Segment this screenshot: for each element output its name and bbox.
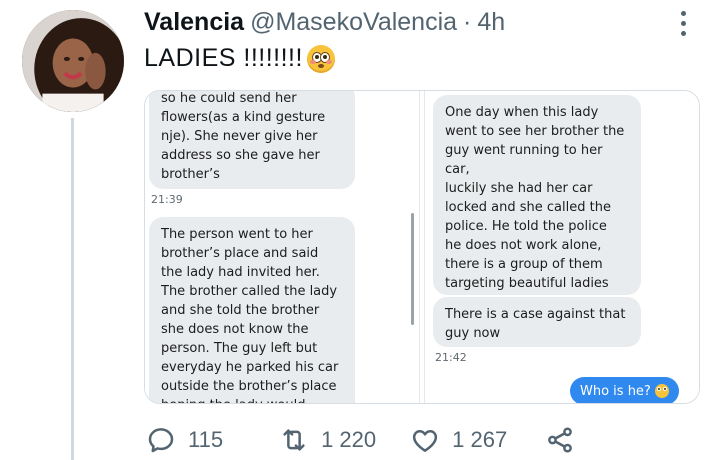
reply-icon — [148, 428, 174, 453]
chat-bubble: One day when this lady went to see her b… — [433, 95, 641, 329]
like-icon — [413, 430, 438, 452]
flushed-face-emoji — [654, 384, 669, 398]
tweet-media[interactable]: so he could send her flowers(as a kind g… — [144, 90, 700, 404]
thread-line — [71, 118, 74, 460]
separator-dot: · — [463, 8, 472, 36]
reply-button[interactable]: 115 — [146, 425, 223, 455]
tweet-header: Valencia @MasekoValencia · 4h — [144, 8, 505, 40]
sent-message-bubble: Who is he? — [570, 377, 679, 403]
user-handle[interactable]: @MasekoValencia — [250, 8, 457, 37]
more-icon[interactable] — [675, 8, 691, 38]
chat-bubble: The person went to her brother’s place a… — [149, 217, 355, 403]
message-timestamp: 21:39 — [151, 193, 183, 206]
display-name[interactable]: Valencia — [144, 8, 244, 37]
retweet-count: 1 220 — [321, 427, 377, 452]
scrollbar[interactable] — [411, 213, 414, 325]
retweet-button[interactable]: 1 220 — [279, 425, 376, 455]
chat-screenshot-right[interactable]: One day when this lady went to see her b… — [425, 91, 699, 403]
message-timestamp: 21:42 — [435, 351, 467, 364]
avatar-image — [22, 10, 124, 112]
avatar[interactable] — [22, 10, 124, 112]
chat-bubble: so he could send her flowers(as a kind g… — [149, 91, 355, 189]
sent-message-text: Who is he? — [580, 383, 651, 399]
chat-screenshot-left[interactable]: so he could send her flowers(as a kind g… — [145, 91, 419, 403]
like-count: 1 267 — [452, 427, 508, 452]
retweet-icon — [283, 429, 305, 451]
tweet-text: LADIES !!!!!!!! — [144, 44, 335, 73]
tweet-text-content: LADIES !!!!!!!! — [144, 44, 303, 72]
flushed-face-emoji — [306, 44, 335, 73]
share-icon — [548, 427, 573, 453]
share-button[interactable] — [545, 425, 575, 455]
chat-bubble: There is a case against that guy now — [433, 297, 641, 347]
tweet-actions: 115 1 220 1 267 — [144, 422, 575, 458]
reply-count: 115 — [188, 427, 224, 452]
tweet-time[interactable]: 4h — [477, 8, 505, 37]
like-button[interactable]: 1 267 — [410, 425, 507, 455]
